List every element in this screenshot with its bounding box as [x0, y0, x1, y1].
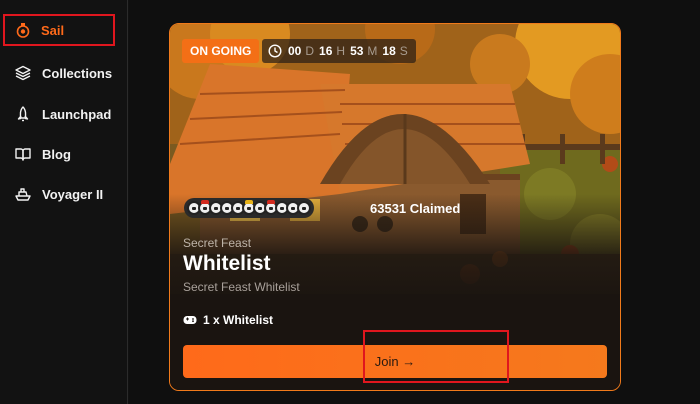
card-title: Whitelist	[183, 252, 271, 275]
countdown-hours-unit: H	[336, 44, 346, 58]
countdown-minutes: 53	[350, 44, 364, 58]
book-icon	[14, 145, 32, 163]
claimed-count: 63531 Claimed	[370, 201, 461, 216]
countdown-hours: 16	[319, 44, 333, 58]
sidebar-item-blog[interactable]: Blog	[10, 138, 118, 170]
sidebar: Sail Collections Launchpad Blog Voyager …	[0, 0, 128, 404]
countdown-days: 00	[288, 44, 302, 58]
ship-icon	[14, 185, 32, 203]
clock-icon	[268, 44, 282, 58]
claimer-avatars	[184, 198, 314, 218]
countdown-minutes-unit: M	[367, 44, 378, 58]
whitelist-requirement: 1 x Whitelist	[183, 313, 273, 327]
sidebar-item-label: Sail	[41, 22, 65, 38]
gamepad-icon	[183, 313, 197, 327]
join-button[interactable]: Join →	[183, 345, 607, 378]
card-description: Secret Feast Whitelist	[183, 280, 300, 294]
main-content: ON GOING 00 D 16 H 53 M 18 S 63531 Claim…	[129, 0, 700, 404]
whitelist-card: ON GOING 00 D 16 H 53 M 18 S 63531 Claim…	[169, 23, 621, 391]
sidebar-item-sail[interactable]: Sail	[3, 14, 115, 46]
rocket-icon	[14, 105, 32, 123]
collection-name: Secret Feast	[183, 236, 252, 250]
sidebar-item-voyager[interactable]: Voyager II	[10, 178, 118, 210]
countdown-days-unit: D	[305, 44, 315, 58]
sidebar-item-collections[interactable]: Collections	[10, 57, 118, 89]
countdown-seconds: 18	[382, 44, 396, 58]
sidebar-item-label: Blog	[42, 146, 71, 162]
sidebar-item-launchpad[interactable]: Launchpad	[10, 98, 118, 130]
sidebar-item-label: Launchpad	[42, 106, 112, 122]
status-badge: ON GOING	[182, 39, 260, 63]
avatar	[297, 201, 311, 215]
whitelist-count: 1 x Whitelist	[203, 313, 274, 327]
layers-icon	[14, 64, 32, 82]
countdown-seconds-unit: S	[399, 44, 408, 58]
countdown-timer: 00 D 16 H 53 M 18 S	[262, 39, 416, 63]
sidebar-item-label: Collections	[42, 65, 113, 81]
sidebar-item-label: Voyager II	[42, 186, 104, 202]
sail-badge-icon	[14, 21, 32, 39]
